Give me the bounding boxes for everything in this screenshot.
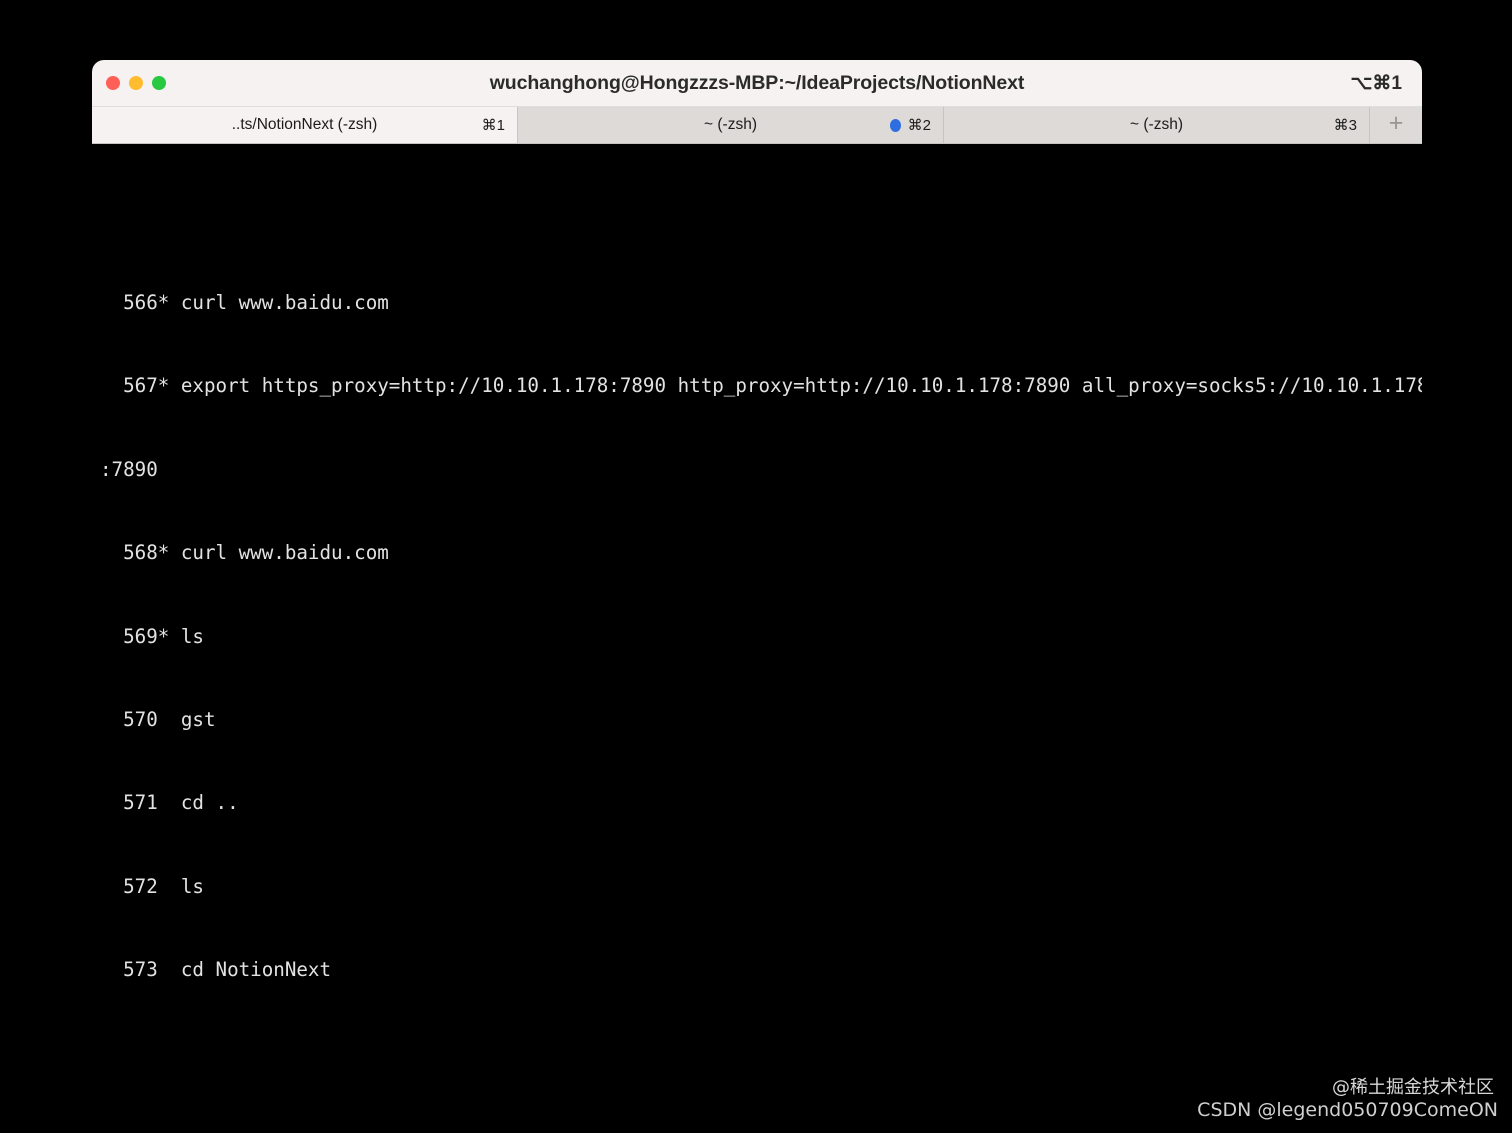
history-line-wrap: :7890 [100, 457, 158, 481]
tab-shortcut: ⌘2 [907, 117, 931, 134]
tab-bar: ..ts/NotionNext (-zsh) ⌘1 ~ (-zsh) ⌘2 ~ … [92, 107, 1422, 144]
history-block: 566* curl www.baidu.com 567* export http… [100, 233, 1422, 1011]
tab-badge: ⌘2 [889, 116, 931, 134]
title-bar: wuchanghong@Hongzzzs-MBP:~/IdeaProjects/… [92, 60, 1422, 107]
tab-label: ~ (-zsh) [704, 116, 757, 133]
terminal-output[interactable]: 566* curl www.baidu.com 567* export http… [92, 144, 1422, 1011]
terminal-window: wuchanghong@Hongzzzs-MBP:~/IdeaProjects/… [92, 60, 1422, 1011]
window-title: wuchanghong@Hongzzzs-MBP:~/IdeaProjects/… [489, 71, 1025, 94]
tab-home-1[interactable]: ~ (-zsh) ⌘2 [518, 107, 944, 143]
activity-dot-icon [889, 118, 901, 132]
history-line: 568* curl www.baidu.com [100, 541, 389, 565]
watermark-csdn: CSDN @legend050709ComeON [1197, 1099, 1498, 1121]
close-window-button[interactable] [106, 76, 120, 90]
maximize-window-button[interactable] [152, 76, 166, 90]
tab-badge: ⌘3 [1334, 116, 1357, 134]
history-line: 569* ls [100, 624, 204, 648]
tab-notionnext[interactable]: ..ts/NotionNext (-zsh) ⌘1 [92, 107, 518, 143]
tab-home-2[interactable]: ~ (-zsh) ⌘3 [944, 107, 1370, 143]
traffic-lights [106, 60, 166, 106]
watermark-juejin: @稀土掘金技术社区 [1332, 1077, 1494, 1098]
window-shortcut-label: ⌥⌘1 [1350, 72, 1402, 94]
tab-shortcut: ⌘1 [481, 117, 505, 134]
history-line: 570 gst [100, 707, 216, 731]
history-line: 573 cd NotionNext [100, 958, 332, 982]
tab-label: ..ts/NotionNext (-zsh) [231, 116, 378, 133]
history-line: 567* export https_proxy=http://10.10.1.1… [100, 374, 1422, 398]
history-line: 571 cd .. [100, 791, 239, 815]
tab-shortcut: ⌘3 [1333, 117, 1357, 134]
tab-badge: ⌘1 [482, 116, 505, 134]
history-line: 566* curl www.baidu.com [100, 290, 389, 314]
new-tab-button[interactable]: + [1370, 107, 1422, 143]
tab-label: ~ (-zsh) [1130, 116, 1183, 133]
minimize-window-button[interactable] [129, 76, 143, 90]
history-line: 572 ls [100, 874, 204, 898]
